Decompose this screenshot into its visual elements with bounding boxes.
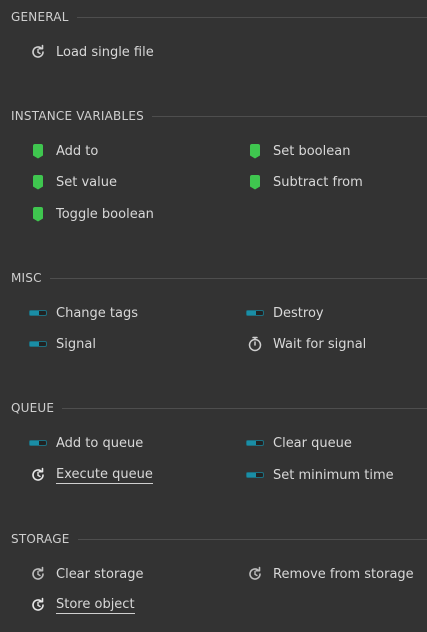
action-label: Wait for signal	[273, 336, 367, 352]
action-label: Set boolean	[273, 143, 351, 159]
divider	[151, 115, 427, 117]
section-header: QUEUE	[11, 398, 427, 418]
bookmark-icon	[246, 173, 264, 191]
bar-icon	[246, 434, 264, 452]
action-label: Set minimum time	[273, 467, 394, 483]
action-label: Set value	[56, 174, 117, 190]
action-clear-storage[interactable]: Clear storage	[29, 563, 144, 585]
bar-icon	[29, 434, 47, 452]
refresh-icon	[246, 565, 264, 583]
section-header: STORAGE	[11, 529, 427, 549]
stopwatch-icon	[246, 335, 264, 353]
refresh-icon	[29, 596, 47, 614]
refresh-icon	[29, 565, 47, 583]
bookmark-icon	[29, 142, 47, 160]
action-label: Store object	[56, 596, 135, 614]
action-set-value[interactable]: Set value	[29, 171, 117, 193]
action-label: Remove from storage	[273, 566, 414, 582]
section-title: MISC	[11, 271, 42, 285]
action-label: Clear storage	[56, 566, 144, 582]
action-add-to[interactable]: Add to	[29, 140, 98, 162]
section-title: INSTANCE VARIABLES	[11, 109, 144, 123]
action-label: Change tags	[56, 305, 138, 321]
action-label: Add to queue	[56, 435, 144, 451]
action-clear-queue[interactable]: Clear queue	[246, 432, 352, 454]
action-set-boolean[interactable]: Set boolean	[246, 140, 350, 162]
section-title: QUEUE	[11, 401, 55, 415]
action-signal[interactable]: Signal	[29, 333, 96, 355]
action-remove-from-storage[interactable]: Remove from storage	[246, 563, 414, 585]
action-subtract-from[interactable]: Subtract from	[246, 171, 363, 193]
action-label: Execute queue	[56, 466, 153, 484]
divider	[76, 16, 427, 18]
action-add-to-queue[interactable]: Add to queue	[29, 432, 143, 454]
action-label: Load single file	[56, 44, 154, 60]
section-title: GENERAL	[11, 10, 69, 24]
action-wait-for-signal[interactable]: Wait for signal	[246, 333, 366, 355]
bar-icon	[246, 466, 264, 484]
action-label: Add to	[56, 143, 99, 159]
action-label: Toggle boolean	[56, 206, 154, 222]
action-destroy[interactable]: Destroy	[246, 302, 324, 324]
bookmark-icon	[29, 173, 47, 191]
action-label: Signal	[56, 336, 96, 352]
action-label: Destroy	[273, 305, 324, 321]
bar-icon	[29, 335, 47, 353]
refresh-icon	[29, 43, 47, 61]
section-title: STORAGE	[11, 532, 70, 546]
action-label: Subtract from	[273, 174, 363, 190]
divider	[62, 407, 427, 409]
section-header: GENERAL	[11, 7, 427, 27]
section-header: MISC	[11, 268, 427, 288]
refresh-icon	[29, 466, 47, 484]
bookmark-icon	[29, 205, 47, 223]
bookmark-icon	[246, 142, 264, 160]
action-store-object[interactable]: Store object	[29, 594, 135, 616]
divider	[49, 277, 427, 279]
action-label: Clear queue	[273, 435, 352, 451]
action-set-minimum-time[interactable]: Set minimum time	[246, 464, 394, 486]
action-execute-queue[interactable]: Execute queue	[29, 464, 153, 486]
action-change-tags[interactable]: Change tags	[29, 302, 138, 324]
divider	[77, 538, 427, 540]
action-toggle-boolean[interactable]: Toggle boolean	[29, 203, 154, 225]
bar-icon	[246, 304, 264, 322]
section-header: INSTANCE VARIABLES	[11, 106, 427, 126]
bar-icon	[29, 304, 47, 322]
action-load-single-file[interactable]: Load single file	[29, 41, 154, 63]
